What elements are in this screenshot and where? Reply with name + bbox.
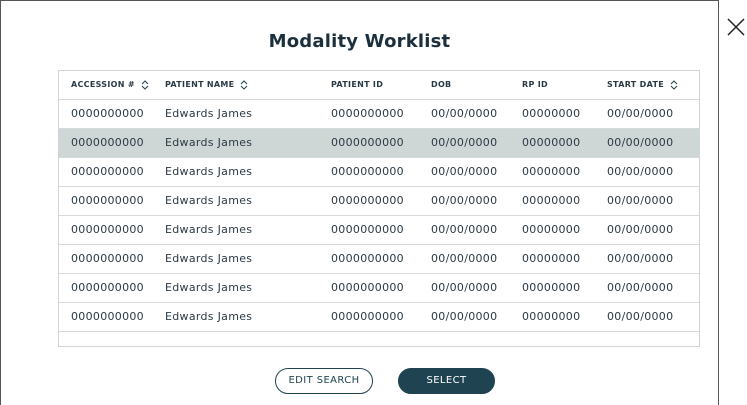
accession-cell: 0000000000 — [71, 281, 144, 294]
dob-cell: 00/00/0000 — [431, 310, 498, 323]
patient-name-cell: Edwards James — [165, 252, 253, 265]
patient-id-cell: 0000000000 — [331, 107, 404, 120]
dob-cell: 00/00/0000 — [431, 165, 498, 178]
patient-name-cell: Edwards James — [165, 107, 253, 120]
accession-cell: 0000000000 — [71, 310, 144, 323]
table-row[interactable]: 0000000000 Edwards James 0000000000 00/00/0… — [59, 303, 699, 332]
table-row[interactable]: 0000000000 Edwards James 0000000000 00/00/0… — [59, 158, 699, 187]
column-header-label: ACCESSION # — [71, 80, 135, 89]
patient-id-cell: 0000000000 — [331, 194, 404, 207]
rp-id-cell: 00000000 — [522, 223, 581, 236]
start-date-cell: 00/00/0000 — [607, 194, 674, 207]
start-date-cell: 00/00/0000 — [607, 310, 674, 323]
dob-cell: 00/00/0000 — [431, 107, 498, 120]
start-date-cell: 00/00/0000 — [607, 165, 674, 178]
patient-name-cell: Edwards James — [165, 281, 253, 294]
column-header-rp-id: RP ID — [522, 80, 548, 89]
accession-cell: 0000000000 — [71, 107, 144, 120]
table-row[interactable]: 0000000000 Edwards James 0000000000 00/00/0… — [59, 100, 699, 129]
patient-name-cell: Edwards James — [165, 310, 253, 323]
sort-icon[interactable] — [141, 79, 149, 90]
column-header-patient-name[interactable]: PATIENT NAME — [165, 71, 248, 99]
patient-id-cell: 0000000000 — [331, 252, 404, 265]
rp-id-cell: 00000000 — [522, 252, 581, 265]
edit-search-button[interactable]: EDIT SEARCH — [275, 368, 373, 394]
rp-id-cell: 00000000 — [522, 194, 581, 207]
table-row[interactable]: 0000000000 Edwards James 0000000000 00/00/0… — [59, 129, 699, 158]
start-date-cell: 00/00/0000 — [607, 252, 674, 265]
rp-id-cell: 00000000 — [522, 136, 581, 149]
table-row[interactable]: 0000000000 Edwards James 0000000000 00/00/0… — [59, 216, 699, 245]
rp-id-cell: 00000000 — [522, 165, 581, 178]
start-date-cell: 00/00/0000 — [607, 281, 674, 294]
table-row[interactable]: 0000000000 Edwards James 0000000000 00/00/0… — [59, 187, 699, 216]
patient-name-cell: Edwards James — [165, 194, 253, 207]
column-header-patient-id: PATIENT ID — [331, 80, 384, 89]
column-header-dob: DOB — [431, 80, 452, 89]
column-header-label: PATIENT NAME — [165, 80, 235, 89]
accession-cell: 0000000000 — [71, 223, 144, 236]
patient-id-cell: 0000000000 — [331, 281, 404, 294]
worklist-table: ACCESSION # PATIENT NAME PATIENT ID DOB … — [58, 70, 700, 347]
select-button[interactable]: SELECT — [398, 368, 495, 394]
patient-id-cell: 0000000000 — [331, 223, 404, 236]
rp-id-cell: 00000000 — [522, 310, 581, 323]
modality-worklist-dialog: Modality Worklist ACCESSION # PATIENT NA… — [0, 0, 719, 405]
patient-id-cell: 0000000000 — [331, 165, 404, 178]
table-row[interactable]: 0000000000 Edwards James 0000000000 00/00/0… — [59, 274, 699, 303]
patient-id-cell: 0000000000 — [331, 310, 404, 323]
patient-id-cell: 0000000000 — [331, 136, 404, 149]
accession-cell: 0000000000 — [71, 165, 144, 178]
start-date-cell: 00/00/0000 — [607, 223, 674, 236]
sort-icon[interactable] — [240, 79, 248, 90]
accession-cell: 0000000000 — [71, 136, 144, 149]
start-date-cell: 00/00/0000 — [607, 136, 674, 149]
dialog-title: Modality Worklist — [268, 31, 451, 52]
table-body: 0000000000 Edwards James 0000000000 00/00/0… — [59, 100, 699, 332]
dob-cell: 00/00/0000 — [431, 252, 498, 265]
sort-icon[interactable] — [670, 79, 678, 90]
rp-id-cell: 00000000 — [522, 281, 581, 294]
table-header: ACCESSION # PATIENT NAME PATIENT ID DOB … — [59, 71, 699, 100]
column-header-start-date[interactable]: START DATE — [607, 71, 678, 99]
table-row[interactable]: 0000000000 Edwards James 0000000000 00/00/0… — [59, 245, 699, 274]
dob-cell: 00/00/0000 — [431, 136, 498, 149]
patient-name-cell: Edwards James — [165, 223, 253, 236]
patient-name-cell: Edwards James — [165, 136, 253, 149]
patient-name-cell: Edwards James — [165, 165, 253, 178]
start-date-cell: 00/00/0000 — [607, 107, 674, 120]
close-icon[interactable] — [726, 17, 746, 37]
column-header-label: START DATE — [607, 80, 664, 89]
dob-cell: 00/00/0000 — [431, 223, 498, 236]
dob-cell: 00/00/0000 — [431, 194, 498, 207]
accession-cell: 0000000000 — [71, 194, 144, 207]
accession-cell: 0000000000 — [71, 252, 144, 265]
column-header-accession[interactable]: ACCESSION # — [71, 71, 149, 99]
dob-cell: 00/00/0000 — [431, 281, 498, 294]
rp-id-cell: 00000000 — [522, 107, 581, 120]
